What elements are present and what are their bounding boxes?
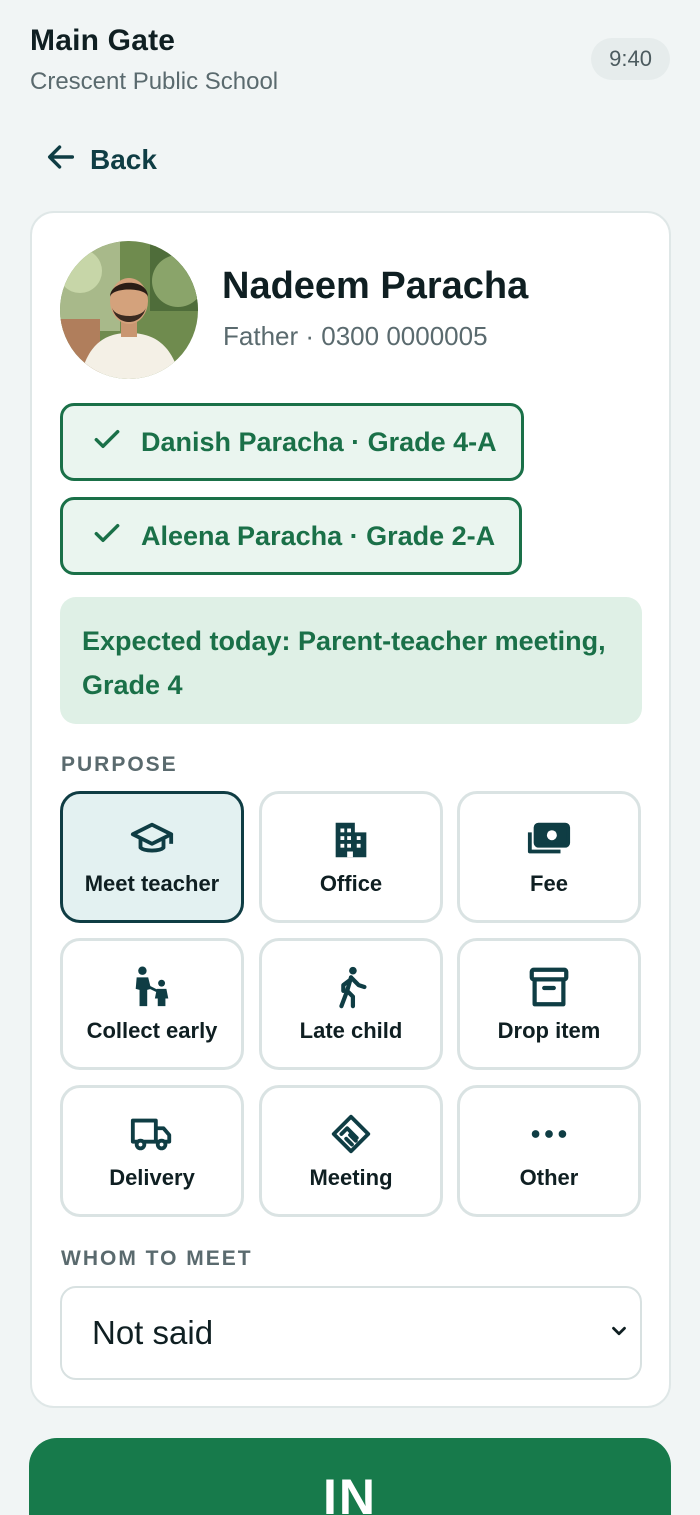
whom-to-meet-label: WHOM TO MEET bbox=[61, 1247, 253, 1270]
graduation-cap-icon bbox=[129, 817, 175, 863]
purpose-office[interactable]: Office bbox=[259, 791, 443, 923]
purpose-label: Delivery bbox=[109, 1165, 195, 1190]
child-label: Aleena Paracha · Grade 2-A bbox=[141, 520, 496, 551]
visitor-card: Nadeem Paracha Father · 0300 0000005 Dan… bbox=[30, 211, 671, 1408]
time-badge: 9:40 bbox=[591, 38, 670, 80]
gate-title: Main Gate bbox=[30, 24, 176, 57]
purpose-meet-teacher[interactable]: Meet teacher bbox=[60, 791, 244, 923]
school-name: Crescent Public School bbox=[30, 68, 279, 95]
check-icon bbox=[91, 517, 123, 556]
purpose-label: Other bbox=[519, 1165, 579, 1190]
purpose-late-child[interactable]: Late child bbox=[259, 938, 443, 1070]
whom-to-meet-value: Not said bbox=[92, 1314, 214, 1351]
chevron-down-icon bbox=[608, 1320, 630, 1347]
purpose-label: Fee bbox=[530, 871, 568, 896]
expected-visit-note: Expected today: Parent-teacher meeting, … bbox=[60, 597, 642, 724]
child-chip[interactable]: Aleena Paracha · Grade 2-A bbox=[60, 497, 523, 575]
purpose-label: Meeting bbox=[309, 1165, 393, 1190]
purpose-collect-early[interactable]: Collect early bbox=[60, 938, 244, 1070]
check-icon bbox=[91, 423, 123, 462]
whom-to-meet-select[interactable]: Not said bbox=[60, 1286, 642, 1380]
back-button[interactable]: Back bbox=[44, 140, 157, 180]
purpose-label: Meet teacher bbox=[84, 871, 220, 896]
money-icon bbox=[526, 817, 572, 863]
purpose-label: Drop item bbox=[497, 1018, 601, 1043]
building-icon bbox=[328, 817, 374, 863]
walking-person-icon bbox=[328, 964, 374, 1010]
purpose-drop-item[interactable]: Drop item bbox=[457, 938, 641, 1070]
purpose-section-label: PURPOSE bbox=[61, 753, 178, 776]
visitor-avatar bbox=[60, 241, 198, 379]
truck-icon bbox=[129, 1111, 175, 1157]
purpose-fee[interactable]: Fee bbox=[457, 791, 641, 923]
handshake-icon bbox=[328, 1111, 374, 1157]
purpose-label: Late child bbox=[299, 1018, 403, 1043]
arrow-left-icon bbox=[44, 140, 78, 181]
back-label: Back bbox=[90, 144, 157, 175]
visitor-relation-phone: Father · 0300 0000005 bbox=[223, 321, 488, 351]
purpose-meeting[interactable]: Meeting bbox=[259, 1085, 443, 1217]
archive-box-icon bbox=[526, 964, 572, 1010]
child-chip[interactable]: Danish Paracha · Grade 4-A bbox=[60, 403, 524, 481]
more-dots-icon bbox=[526, 1111, 572, 1157]
purpose-grid: Meet teacher Office Fee Collect early La… bbox=[60, 791, 644, 1221]
purpose-label: Office bbox=[319, 871, 383, 896]
visitor-name: Nadeem Paracha bbox=[222, 265, 529, 307]
purpose-label: Collect early bbox=[86, 1018, 218, 1043]
app-header: Main Gate Crescent Public School 9:40 bbox=[30, 24, 670, 104]
child-label: Danish Paracha · Grade 4-A bbox=[141, 426, 497, 457]
parent-child-icon bbox=[129, 964, 175, 1010]
purpose-delivery[interactable]: Delivery bbox=[60, 1085, 244, 1217]
check-in-button[interactable]: IN bbox=[29, 1438, 671, 1515]
purpose-other[interactable]: Other bbox=[457, 1085, 641, 1217]
